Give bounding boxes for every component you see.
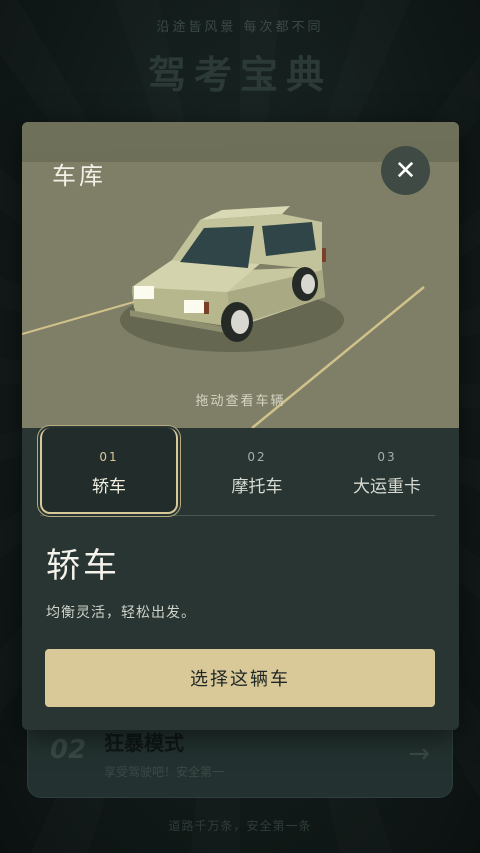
selected-car-description: 均衡灵活，轻松出发。 [46,605,196,621]
garage-title: 车库 [52,162,106,190]
close-icon: ✕ [394,155,417,186]
background-tagline: 沿途皆风景 每次都不同 [156,20,324,35]
select-car-button[interactable]: 选择这辆车 [45,649,435,707]
selected-car-name: 轿车 [46,546,120,586]
tab-number: 03 [377,450,397,464]
background-footer: 道路千万条，安全第一条 [168,819,312,833]
tab-label: 大运重卡 [353,477,421,497]
tab-number: 02 [247,450,267,464]
drag-hint: 拖动查看车辆 [195,394,286,409]
garage-modal: 车库 ✕ 拖动查看车辆 01 轿车 02 摩托车 03 大运重卡 轿车 均衡灵活… [22,122,459,730]
tab-label: 摩托车 [231,477,283,497]
tab-number: 01 [99,450,119,464]
car-preview-viewport[interactable]: 车库 ✕ 拖动查看车辆 [22,122,459,428]
mode-card-number: 02 [50,735,87,765]
arrow-right-icon: → [408,739,430,769]
background-title: 驾考宝典 [147,53,332,97]
tab-sedan[interactable]: 01 轿车 [40,428,178,514]
tab-label: 轿车 [92,477,126,497]
vehicle-tabs: 01 轿车 02 摩托车 03 大运重卡 [40,428,435,516]
close-button[interactable]: ✕ [381,146,430,195]
mode-card-title: 狂暴模式 [104,731,184,755]
tab-truck[interactable]: 03 大运重卡 [318,428,456,514]
mode-card-subtitle: 享受驾驶吧！安全第一 [104,765,225,779]
tab-motorcycle[interactable]: 02 摩托车 [188,428,326,514]
